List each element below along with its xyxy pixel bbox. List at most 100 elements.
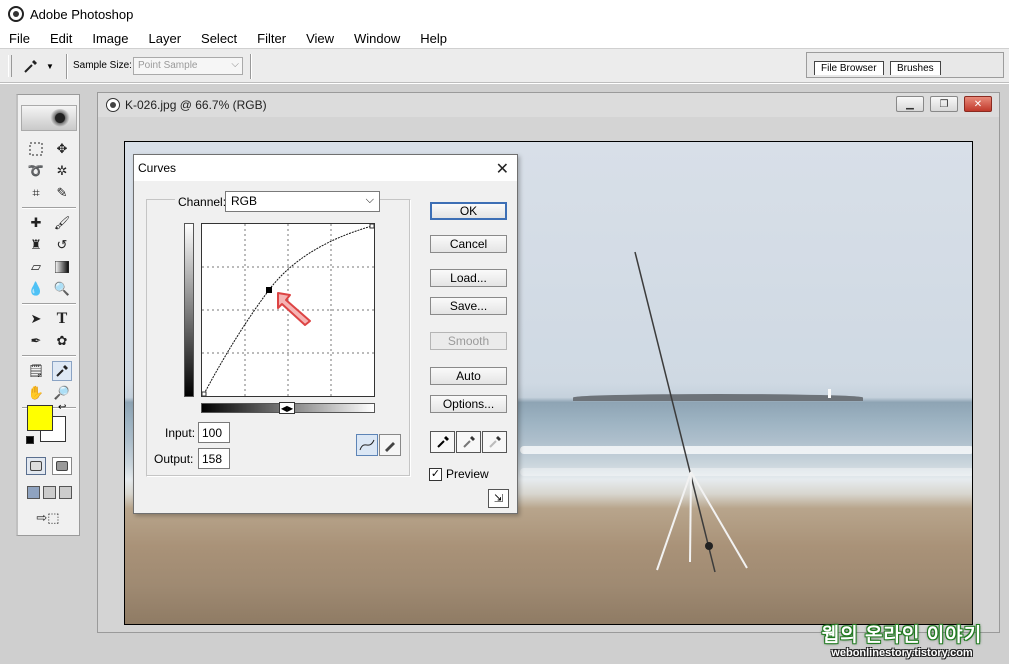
jump-to-imageready-icon[interactable]: ⇨⬚ [26,508,70,528]
preview-label: Preview [446,467,489,481]
menu-file[interactable]: File [6,31,33,46]
photoshop-eye-logo[interactable] [21,105,77,131]
eyedropper-white-icon [488,436,501,448]
output-field[interactable]: 158 [198,448,230,469]
zoom-tool-icon[interactable]: 🔎 [52,383,72,403]
menu-window[interactable]: Window [351,31,403,46]
curves-dialog: Curves ✕ Channel: RGB ⌵ ◀▶ Input: 100 Ou… [133,154,518,514]
pencil-icon [385,442,395,452]
channel-label: Channel: [175,195,230,209]
pencil-mode-button[interactable] [379,434,401,456]
healing-brush-tool-icon[interactable]: ✚ [26,213,46,233]
blur-tool-icon[interactable]: 💧 [26,279,46,299]
app-title-bar: Adobe Photoshop [0,0,1009,28]
full-screen-mode-button[interactable] [59,486,72,499]
notes-tool-icon[interactable]: 🗒 [26,361,46,381]
ok-button[interactable]: OK [430,202,507,220]
white-point-eyedropper-button[interactable] [482,431,507,453]
default-colors-icon[interactable] [26,436,34,444]
eyedropper-black-icon [436,436,449,448]
type-tool-icon[interactable]: T [52,309,72,329]
smooth-button[interactable]: Smooth [430,332,507,350]
crop-tool-icon[interactable]: ⌗ [26,183,46,203]
marquee-tool-icon[interactable] [26,139,46,159]
eyedropper-tool-icon[interactable] [52,361,72,381]
curve-mode-button[interactable] [356,434,378,456]
custom-shape-tool-icon[interactable]: ✿ [52,331,72,351]
gradient-direction-toggle[interactable]: ◀▶ [279,402,295,414]
menu-layer[interactable]: Layer [146,31,185,46]
red-arrow-annotation-icon [277,292,311,326]
sample-size-value: Point Sample [138,60,198,71]
brush-tool-icon[interactable]: 🖌 [52,213,72,233]
document-icon [106,98,120,112]
standard-mode-button[interactable] [26,457,46,475]
menu-help[interactable]: Help [417,31,450,46]
toolbox-divider [22,207,76,209]
move-tool-icon[interactable]: ✥ [52,139,72,159]
tool-preset-picker[interactable]: ▼ [22,56,62,76]
watermark: 웹의 온라인 이야기 webonlinestory.tistory.com [816,620,988,659]
full-screen-menu-mode-button[interactable] [43,486,56,499]
menu-select[interactable]: Select [198,31,240,46]
menu-bar: File Edit Image Layer Select Filter View… [0,28,1009,48]
swap-colors-icon[interactable]: ↩ [58,402,66,413]
menu-image[interactable]: Image [89,31,131,46]
toolbox-divider [22,303,76,305]
auto-button[interactable]: Auto [430,367,507,385]
load-button[interactable]: Load... [430,269,507,287]
gradient-tool-icon[interactable] [52,257,72,277]
preview-checkbox[interactable]: ✓ [429,467,442,481]
palette-tab-brushes[interactable]: Brushes [890,61,941,75]
dodge-tool-icon[interactable]: 🔍 [52,279,72,299]
cancel-button[interactable]: Cancel [430,235,507,253]
sample-size-select[interactable]: Point Sample ⌵ [133,57,243,75]
eraser-tool-icon[interactable]: ▱ [26,257,46,277]
input-label: Input: [165,426,196,440]
history-brush-tool-icon[interactable]: ↺ [52,235,72,255]
options-button[interactable]: Options... [430,395,507,413]
curves-title-bar[interactable]: Curves [134,155,517,181]
save-button[interactable]: Save... [430,297,507,315]
preset-chevron-icon: ▼ [46,61,54,71]
chevron-down-icon: ⌵ [365,194,374,206]
photoshop-app-icon [8,6,24,22]
document-title-bar[interactable]: K-026.jpg @ 66.7% (RGB) [98,93,999,117]
sample-size-label: Sample Size: [73,60,132,71]
slice-tool-icon[interactable]: ✎ [52,183,72,203]
palette-tab-file-browser[interactable]: File Browser [814,61,884,75]
close-icon[interactable]: ✕ [496,159,509,179]
foreground-color-swatch[interactable] [27,405,53,431]
pen-tool-icon[interactable]: ✒ [26,331,46,351]
clone-stamp-tool-icon[interactable]: ♜ [26,235,46,255]
hand-tool-icon[interactable]: ✋ [26,383,46,403]
expand-dialog-button[interactable]: ⇲ [488,489,509,508]
gray-point-eyedropper-button[interactable] [456,431,481,453]
standard-screen-mode-button[interactable] [27,486,40,499]
app-title: Adobe Photoshop [30,6,134,22]
document-title: K-026.jpg @ 66.7% (RGB) [125,98,267,112]
quick-mask-button[interactable] [52,457,72,475]
lasso-tool-icon[interactable]: ➰ [26,161,46,181]
menu-view[interactable]: View [303,31,337,46]
restore-button[interactable]: ❐ [930,96,958,112]
curves-title: Curves [138,161,177,175]
eyedropper-gray-icon [462,436,475,448]
options-divider [66,54,68,79]
path-selection-tool-icon[interactable]: ➤ [26,309,46,329]
curve-control-point [266,287,272,293]
close-button[interactable]: ✕ [964,96,992,112]
black-point-eyedropper-button[interactable] [430,431,455,453]
toolbox: ✥ ➰ ✲ ⌗ ✎ ✚ 🖌 ♜ ↺ ▱ 💧 🔍 ➤ T ✒ ✿ 🗒 ✋ 🔎 ⇨⬚ [16,94,80,536]
input-field[interactable]: 100 [198,422,230,443]
preview-option[interactable]: ✓ Preview [429,467,489,481]
magic-wand-tool-icon[interactable]: ✲ [52,161,72,181]
menu-filter[interactable]: Filter [254,31,289,46]
minimize-button[interactable]: ▁ [896,96,924,112]
menu-edit[interactable]: Edit [47,31,75,46]
output-gradient-bar [184,223,194,397]
watermark-url-text: webonlinestory.tistory.com [831,647,973,659]
options-bar-grip[interactable] [8,55,12,77]
curve-icon [359,439,375,451]
channel-select[interactable]: RGB ⌵ [225,191,380,212]
